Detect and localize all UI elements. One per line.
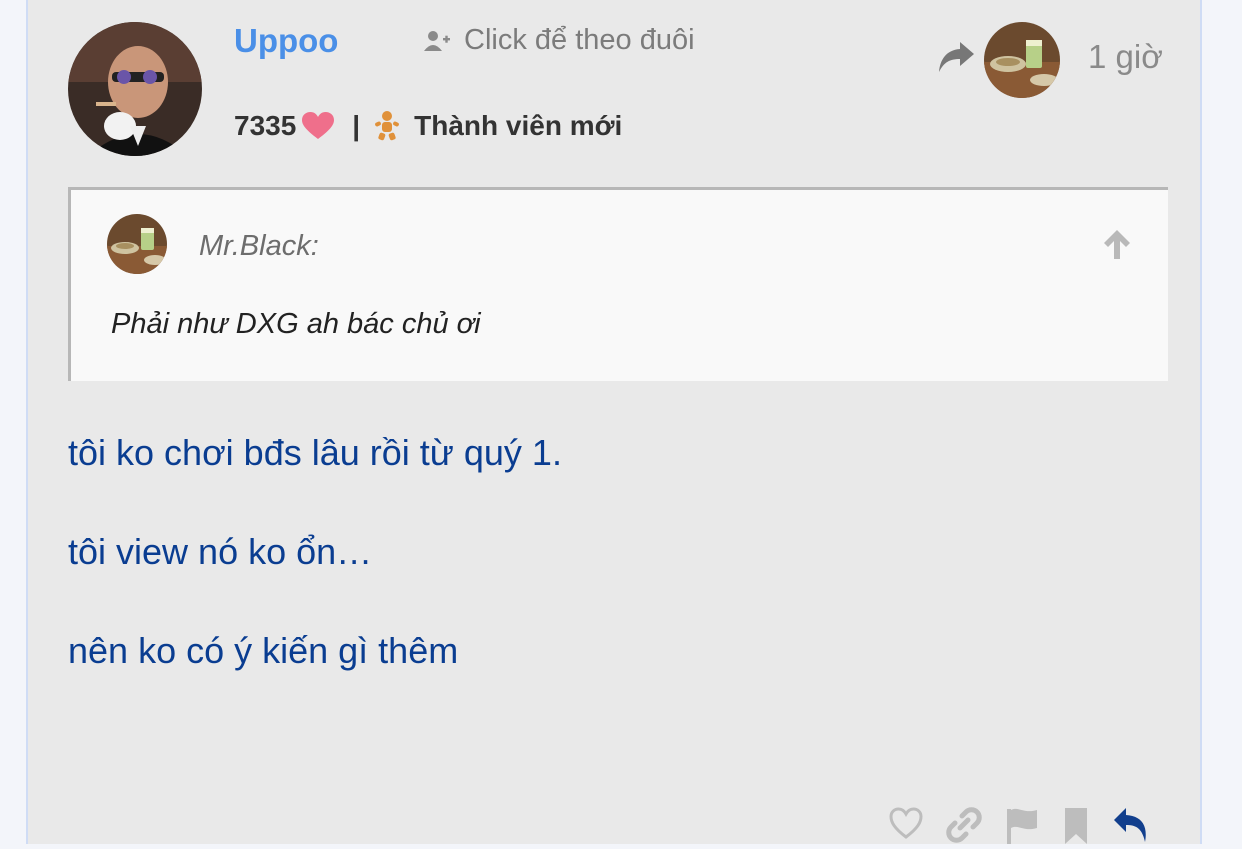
post-body-line: nên ko có ý kiến gì thêm	[68, 630, 459, 671]
reply-icon[interactable]	[1112, 806, 1150, 849]
flag-icon[interactable]	[1004, 806, 1040, 849]
post-time: 1 giờ	[1088, 38, 1163, 75]
user-plus-icon	[424, 30, 450, 52]
quote-block: Mr.Black: Phải như DXG ah bác chủ ơi	[68, 187, 1168, 381]
follow-label: Click để theo đuôi	[464, 24, 695, 56]
post-actions	[888, 806, 1150, 849]
post-body-line: tôi ko chơi bđs lâu rồi từ quý 1.	[68, 432, 562, 473]
link-icon[interactable]	[946, 806, 982, 849]
follow-link[interactable]: Click để theo đuôi	[424, 24, 695, 57]
meta-separator: |	[352, 110, 361, 141]
baby-icon	[374, 110, 400, 142]
author-meta: 7335 | Thành viên mới	[234, 110, 622, 142]
post-body-line: tôi view nó ko ổn…	[68, 531, 373, 572]
reply-to-avatar[interactable]	[984, 22, 1060, 98]
author-avatar[interactable]	[68, 22, 202, 156]
share-arrow-icon[interactable]	[936, 40, 976, 79]
bookmark-icon[interactable]	[1062, 806, 1090, 849]
member-title: Thành viên mới	[414, 110, 623, 141]
quote-author[interactable]: Mr.Black:	[199, 230, 319, 263]
quote-text: Phải như DXG ah bác chủ ơi	[111, 308, 481, 340]
heart-icon	[302, 112, 335, 140]
heart-outline-icon[interactable]	[888, 806, 924, 845]
arrow-up-icon[interactable]	[1102, 228, 1132, 265]
author-name[interactable]: Uppoo	[234, 22, 338, 60]
quote-author-avatar[interactable]	[107, 214, 167, 274]
post-card: Uppoo Click để theo đuôi 7335 | Thành vi…	[26, 0, 1202, 844]
likes-count: 7335	[234, 110, 297, 141]
